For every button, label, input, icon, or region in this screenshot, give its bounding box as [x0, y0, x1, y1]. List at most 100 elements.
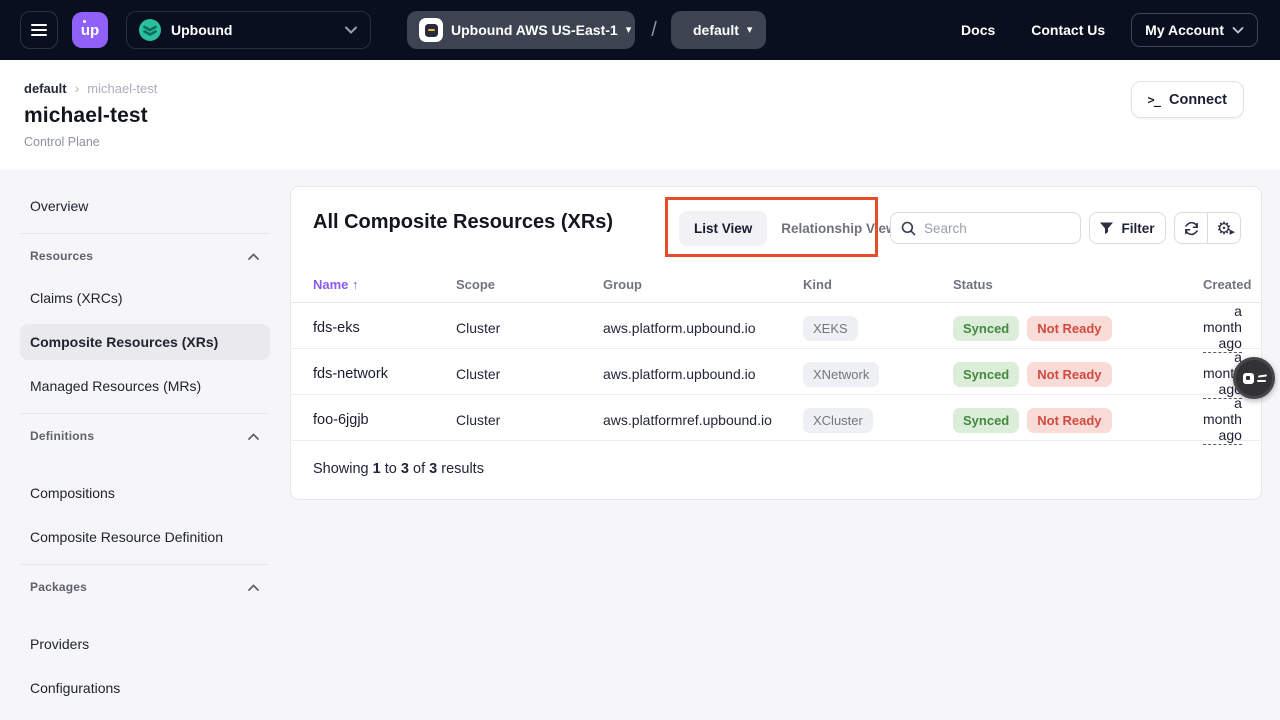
resource-group: aws.platform.upbound.io: [603, 320, 803, 336]
search-icon: [901, 221, 916, 236]
caret-down-icon: ▾: [626, 25, 632, 36]
sidebar-item-functions[interactable]: Functions: [20, 714, 270, 720]
organization-icon: [139, 19, 161, 41]
organization-label: Upbound: [171, 22, 344, 38]
resource-group: aws.platformref.upbound.io: [603, 412, 803, 428]
page-subtitle: Control Plane: [24, 135, 1280, 149]
sidebar-section-resources[interactable]: Resources: [20, 246, 270, 266]
status-badge-synced: Synced: [953, 316, 1019, 341]
resource-scope: Cluster: [456, 412, 603, 428]
results-total: 3: [429, 461, 437, 477]
created-timestamp[interactable]: a month ago: [1203, 303, 1242, 353]
status-badge-not-ready: Not Ready: [1027, 316, 1111, 341]
status-badge-not-ready: Not Ready: [1027, 362, 1111, 387]
table-header-row: Name ↑ Scope Group Kind Status Created: [291, 267, 1261, 303]
resource-name[interactable]: fds-eks: [313, 320, 456, 336]
sidebar-section-packages[interactable]: Packages: [20, 577, 270, 597]
results-summary: Showing 1 to 3 of 3 results: [291, 441, 1261, 497]
page-title: michael-test: [24, 104, 1280, 128]
table-row[interactable]: fds-network Cluster aws.platform.upbound…: [291, 349, 1261, 395]
sidebar-section-definitions[interactable]: Definitions: [20, 426, 270, 446]
resource-name[interactable]: fds-network: [313, 366, 456, 382]
breadcrumb-root-link[interactable]: default: [24, 81, 67, 96]
connect-label: Connect: [1169, 92, 1227, 108]
control-plane-select[interactable]: Upbound AWS US-East-1 ▾: [407, 11, 635, 49]
kind-badge: XEKS: [803, 316, 858, 341]
created-timestamp[interactable]: a month ago: [1203, 395, 1242, 445]
divider: [20, 233, 270, 234]
column-header-status[interactable]: Status: [953, 277, 1203, 292]
search-box: [890, 212, 1081, 244]
breadcrumb-separator-icon: ›: [75, 80, 80, 96]
section-label: Resources: [30, 249, 93, 263]
status-badge-synced: Synced: [953, 408, 1019, 433]
resource-scope: Cluster: [456, 366, 603, 382]
sidebar-item-managed-resources[interactable]: Managed Resources (MRs): [20, 368, 270, 404]
organization-select[interactable]: Upbound: [126, 11, 371, 49]
contact-us-link[interactable]: Contact Us: [1031, 22, 1105, 38]
panel-header: All Composite Resources (XRs) List View …: [291, 187, 1261, 267]
my-account-label: My Account: [1145, 22, 1224, 38]
play-icon: ▶: [1230, 228, 1235, 236]
breadcrumb-current: michael-test: [87, 81, 157, 96]
auto-refresh-settings-button[interactable]: ⚙ ▶: [1207, 213, 1240, 243]
form-list-icon: [1243, 373, 1266, 384]
namespace-label: default: [693, 22, 739, 38]
resource-name[interactable]: foo-6jgjb: [313, 412, 456, 428]
docs-link[interactable]: Docs: [961, 22, 995, 38]
sort-ascending-icon: ↑: [352, 277, 359, 292]
table-actions-group: ⚙ ▶: [1174, 212, 1241, 244]
results-from: 1: [373, 461, 381, 477]
kind-badge: XCluster: [803, 408, 873, 433]
kind-badge: XNetwork: [803, 362, 879, 387]
divider: [20, 564, 270, 565]
sidebar-item-compositions[interactable]: Compositions: [20, 475, 270, 511]
results-to: 3: [401, 461, 409, 477]
chevron-down-icon: [344, 25, 358, 35]
section-label: Packages: [30, 580, 87, 594]
sidebar-item-overview[interactable]: Overview: [20, 188, 270, 224]
search-input[interactable]: [924, 221, 1070, 236]
chevron-up-icon: [247, 432, 260, 441]
column-header-group[interactable]: Group: [603, 277, 803, 292]
divider: [20, 413, 270, 414]
panel-title: All Composite Resources (XRs): [313, 211, 613, 234]
terminal-icon: >_: [1148, 93, 1160, 107]
view-toggle: List View Relationship View: [679, 211, 911, 246]
resource-group: aws.platform.upbound.io: [603, 366, 803, 382]
floating-widget-button[interactable]: [1233, 357, 1275, 399]
column-header-scope[interactable]: Scope: [456, 277, 603, 292]
control-plane-label: Upbound AWS US-East-1: [451, 22, 618, 38]
page-header: default › michael-test michael-test Cont…: [0, 60, 1280, 170]
section-label: Definitions: [30, 429, 94, 443]
column-header-kind[interactable]: Kind: [803, 277, 953, 292]
status-badge-not-ready: Not Ready: [1027, 408, 1111, 433]
my-account-button[interactable]: My Account: [1131, 13, 1258, 47]
sidebar-item-composite-resources[interactable]: Composite Resources (XRs): [20, 324, 270, 360]
chevron-down-icon: [1232, 26, 1244, 35]
table-row[interactable]: fds-eks Cluster aws.platform.upbound.io …: [291, 303, 1261, 349]
resource-scope: Cluster: [456, 320, 603, 336]
connect-button[interactable]: >_ Connect: [1131, 81, 1244, 118]
control-plane-icon: [419, 18, 443, 42]
column-header-name[interactable]: Name ↑: [313, 277, 456, 292]
column-header-created[interactable]: Created: [1203, 277, 1251, 292]
chevron-up-icon: [247, 252, 260, 261]
filter-button[interactable]: Filter: [1089, 212, 1166, 244]
top-navigation-bar: up Upbound Upbound AWS US-East-1 ▾ / def…: [0, 0, 1280, 60]
sidebar-item-configurations[interactable]: Configurations: [20, 670, 270, 706]
sidebar-item-claims[interactable]: Claims (XRCs): [20, 280, 270, 316]
menu-hamburger-button[interactable]: [20, 11, 58, 49]
caret-down-icon: ▾: [747, 25, 753, 36]
list-view-tab[interactable]: List View: [679, 211, 767, 246]
logo-text: up: [81, 22, 99, 39]
sidebar-item-providers[interactable]: Providers: [20, 626, 270, 662]
namespace-select[interactable]: default ▾: [671, 11, 766, 49]
sidebar-item-xrd[interactable]: Composite Resource Definition: [20, 519, 270, 555]
upbound-logo[interactable]: up: [72, 12, 108, 48]
breadcrumb: default › michael-test: [24, 80, 1280, 96]
logo-dot: [83, 20, 86, 23]
table-row[interactable]: foo-6jgjb Cluster aws.platformref.upboun…: [291, 395, 1261, 441]
refresh-button[interactable]: [1175, 213, 1207, 243]
path-separator: /: [647, 19, 661, 42]
